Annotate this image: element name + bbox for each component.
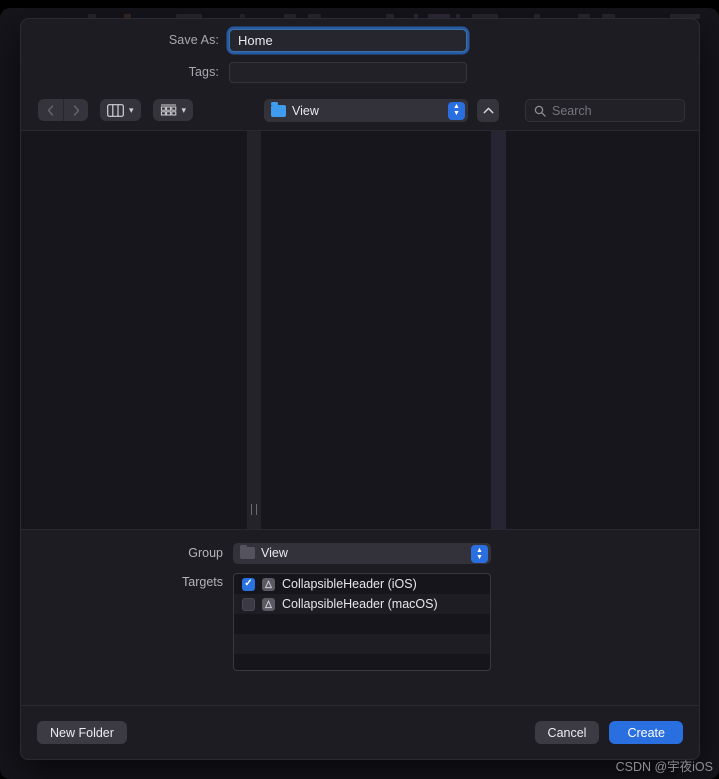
stepper-up-icon: ▲ (476, 546, 483, 554)
cancel-button[interactable]: Cancel (534, 721, 600, 744)
browser-column-3[interactable] (506, 131, 699, 529)
save-as-value: Home (238, 32, 273, 48)
folder-icon (240, 544, 255, 559)
tags-row: Tags: (21, 57, 699, 87)
target-checkbox[interactable] (242, 597, 255, 611)
stepper-down-icon: ▼ (476, 553, 483, 561)
target-checkbox[interactable] (242, 577, 255, 591)
app-icon (262, 597, 275, 611)
list-item[interactable]: CollapsibleHeader (iOS) (234, 574, 490, 594)
options-area: Group View ▲ ▼ Targets ✓ CollapsibleHead… (21, 530, 699, 671)
save-as-label: Save As: (168, 33, 219, 47)
save-as-input[interactable]: Home (229, 28, 467, 52)
view-mode-button[interactable]: ▾ (100, 99, 141, 121)
create-button[interactable]: Create (609, 721, 683, 744)
search-icon (534, 105, 546, 117)
back-button[interactable] (38, 99, 63, 121)
column-divider-1 (247, 131, 261, 529)
targets-label: Targets (182, 575, 223, 589)
list-empty-row[interactable] (234, 634, 490, 654)
save-as-row: Save As: Home (21, 25, 699, 55)
forward-button[interactable] (63, 99, 88, 121)
group-label: Group (188, 546, 223, 560)
location-popup-button[interactable]: View ▲ ▼ (264, 99, 468, 122)
app-icon (262, 577, 275, 591)
stepper-down-icon: ▼ (453, 110, 460, 117)
watermark: CSDN @宇夜iOS (615, 760, 713, 774)
collapse-panel-button[interactable] (477, 99, 499, 122)
chevron-down-icon: ▾ (181, 104, 187, 115)
target-name: CollapsibleHeader (iOS) (282, 577, 417, 591)
folder-icon (271, 102, 286, 117)
group-value: View (261, 546, 288, 560)
location-stepper[interactable]: ▲ ▼ (448, 101, 465, 120)
list-item[interactable]: CollapsibleHeader (macOS) (234, 594, 490, 614)
chevron-up-icon (483, 107, 493, 114)
tags-label: Tags: (188, 65, 219, 79)
group-popup-button[interactable]: View ▲ ▼ (233, 542, 491, 564)
tags-input[interactable] (229, 61, 467, 83)
screenshot-root: Save As: Home Tags: ▾ ▾ View ▲ ▼ Search … (0, 0, 719, 779)
targets-list[interactable]: CollapsibleHeader (iOS) CollapsibleHeade… (233, 573, 491, 671)
list-empty-row[interactable] (234, 614, 490, 634)
save-form: Save As: Home Tags: (21, 19, 699, 87)
browser-column-1[interactable] (21, 131, 247, 529)
list-empty-row[interactable] (234, 654, 490, 670)
browser-column-2[interactable] (261, 131, 491, 529)
group-row: Group View ▲ ▼ (21, 542, 699, 564)
group-view-icon (160, 103, 176, 116)
location-value: View (292, 103, 319, 118)
chevron-down-icon: ▾ (129, 104, 134, 115)
group-stepper[interactable]: ▲ ▼ (471, 545, 488, 563)
arrange-button[interactable]: ▾ (152, 99, 194, 121)
search-input[interactable]: Search (525, 99, 685, 122)
target-name: CollapsibleHeader (macOS) (282, 597, 438, 611)
dialog-footer: New Folder Cancel Create (21, 705, 699, 759)
chevron-right-icon (73, 104, 79, 116)
new-folder-button[interactable]: New Folder (37, 721, 127, 744)
targets-row: Targets CollapsibleHeader (iOS) (21, 573, 699, 671)
column-resize-grip[interactable] (251, 504, 257, 515)
chevron-left-icon (47, 104, 54, 116)
save-dialog: Save As: Home Tags: ▾ ▾ View ▲ ▼ Search … (20, 18, 700, 760)
navigation-segmented-control (38, 99, 88, 121)
search-placeholder: Search (552, 103, 592, 118)
column-divider-2 (491, 131, 506, 529)
column-view-icon (107, 103, 124, 117)
dialog-toolbar: ▾ ▾ View ▲ ▼ Search (21, 93, 699, 127)
column-browser[interactable] (21, 130, 699, 530)
